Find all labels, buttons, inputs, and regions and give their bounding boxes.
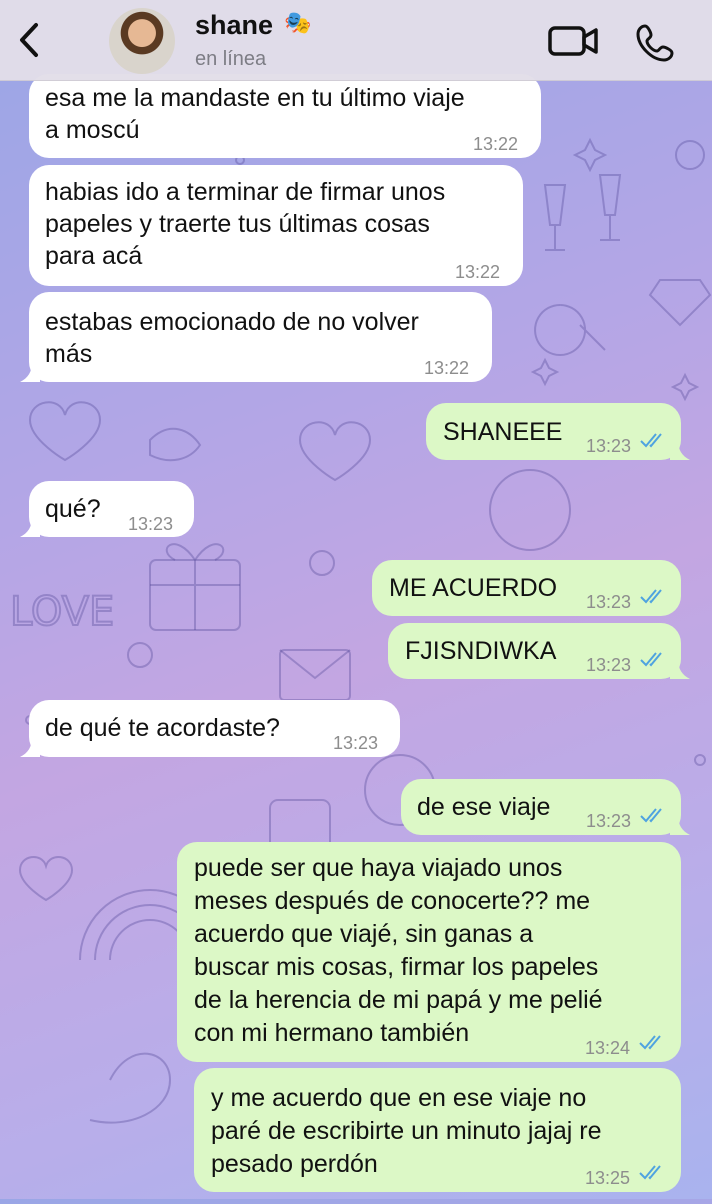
message-incoming[interactable]: esa me la mandaste en tu último viaje a …	[29, 74, 541, 158]
video-camera-icon[interactable]	[548, 24, 600, 58]
message-time: 13:22	[473, 134, 519, 154]
message-outgoing[interactable]: FJISNDIWKA 13:23	[388, 623, 690, 679]
read-receipt-icon	[640, 652, 662, 667]
message-time: 13:22	[424, 358, 470, 378]
message-incoming[interactable]: de qué te acordaste? 13:23	[20, 700, 400, 757]
bubble-tail	[20, 517, 40, 537]
avatar[interactable]	[109, 8, 175, 74]
message-time: 13:24	[585, 1038, 631, 1058]
message-text: pesado perdón	[211, 1150, 378, 1178]
message-time: 13:23	[586, 436, 632, 456]
message-text: con mi hermano también	[194, 1019, 470, 1047]
message-incoming[interactable]: estabas emocionado de no volver más 13:2…	[20, 292, 492, 382]
message-list[interactable]: esa me la mandaste en tu último viaje a …	[0, 0, 712, 1199]
contact-name-emoji: 🎭	[284, 10, 312, 35]
contact-status: en línea	[195, 48, 267, 70]
message-time: 13:25	[585, 1168, 631, 1188]
message-time: 13:23	[333, 733, 379, 753]
chat-header: shane 🎭 en línea	[0, 0, 712, 81]
bubble-tail	[20, 362, 40, 382]
message-incoming[interactable]: habias ido a terminar de firmar unos pap…	[29, 165, 523, 286]
message-text: FJISNDIWKA	[405, 637, 557, 665]
message-time: 13:23	[586, 655, 632, 675]
chevron-left-icon[interactable]	[14, 22, 44, 58]
message-outgoing[interactable]: ME ACUERDO 13:23	[372, 560, 681, 616]
message-text: de ese viaje	[417, 793, 551, 821]
message-text: y me acuerdo que en ese viaje no	[211, 1084, 587, 1112]
message-text: esa me la mandaste en tu último viaje	[45, 84, 465, 112]
message-text: SHANEEE	[443, 418, 563, 446]
read-receipt-icon	[640, 808, 662, 823]
bubble-tail	[670, 659, 690, 679]
message-outgoing[interactable]: de ese viaje 13:23	[401, 779, 690, 835]
message-text: paré de escribirte un minuto jajaj re	[211, 1117, 602, 1145]
message-text: más	[45, 340, 93, 368]
message-text: para acá	[45, 242, 143, 270]
message-outgoing[interactable]: puede ser que haya viajado unos meses de…	[177, 842, 681, 1062]
message-time: 13:22	[455, 262, 501, 282]
message-incoming[interactable]: qué? 13:23	[20, 481, 194, 537]
message-text: puede ser que haya viajado unos	[194, 854, 563, 882]
read-receipt-icon	[640, 589, 662, 604]
phone-icon[interactable]	[636, 22, 676, 62]
message-text: habias ido a terminar de firmar unos	[45, 178, 446, 206]
message-text: meses después de conocerte?? me	[194, 887, 591, 915]
message-text: de la herencia de mi papá y me pelié	[194, 986, 603, 1014]
message-text: estabas emocionado de no volver	[45, 308, 419, 336]
message-time: 13:23	[586, 592, 632, 612]
message-text: papeles y traerte tus últimas cosas	[45, 210, 430, 238]
message-text: buscar mis cosas, firmar los papeles	[194, 953, 599, 981]
read-receipt-icon	[640, 433, 662, 448]
message-time: 13:23	[128, 514, 174, 534]
read-receipt-icon	[639, 1035, 661, 1050]
message-time: 13:23	[586, 811, 632, 831]
message-text: a moscú	[45, 116, 140, 144]
message-outgoing[interactable]: y me acuerdo que en ese viaje no paré de…	[194, 1068, 681, 1192]
message-text: de qué te acordaste?	[45, 714, 280, 742]
read-receipt-icon	[639, 1165, 661, 1180]
message-text: acuerdo que viajé, sin ganas a	[194, 920, 534, 948]
bubble-tail	[20, 737, 40, 757]
contact-name[interactable]: shane	[195, 10, 273, 41]
message-outgoing[interactable]: SHANEEE 13:23	[426, 403, 690, 460]
message-text: ME ACUERDO	[389, 574, 558, 602]
bubble-tail	[670, 815, 690, 835]
message-text: qué?	[45, 495, 101, 523]
bubble-tail	[670, 440, 690, 460]
